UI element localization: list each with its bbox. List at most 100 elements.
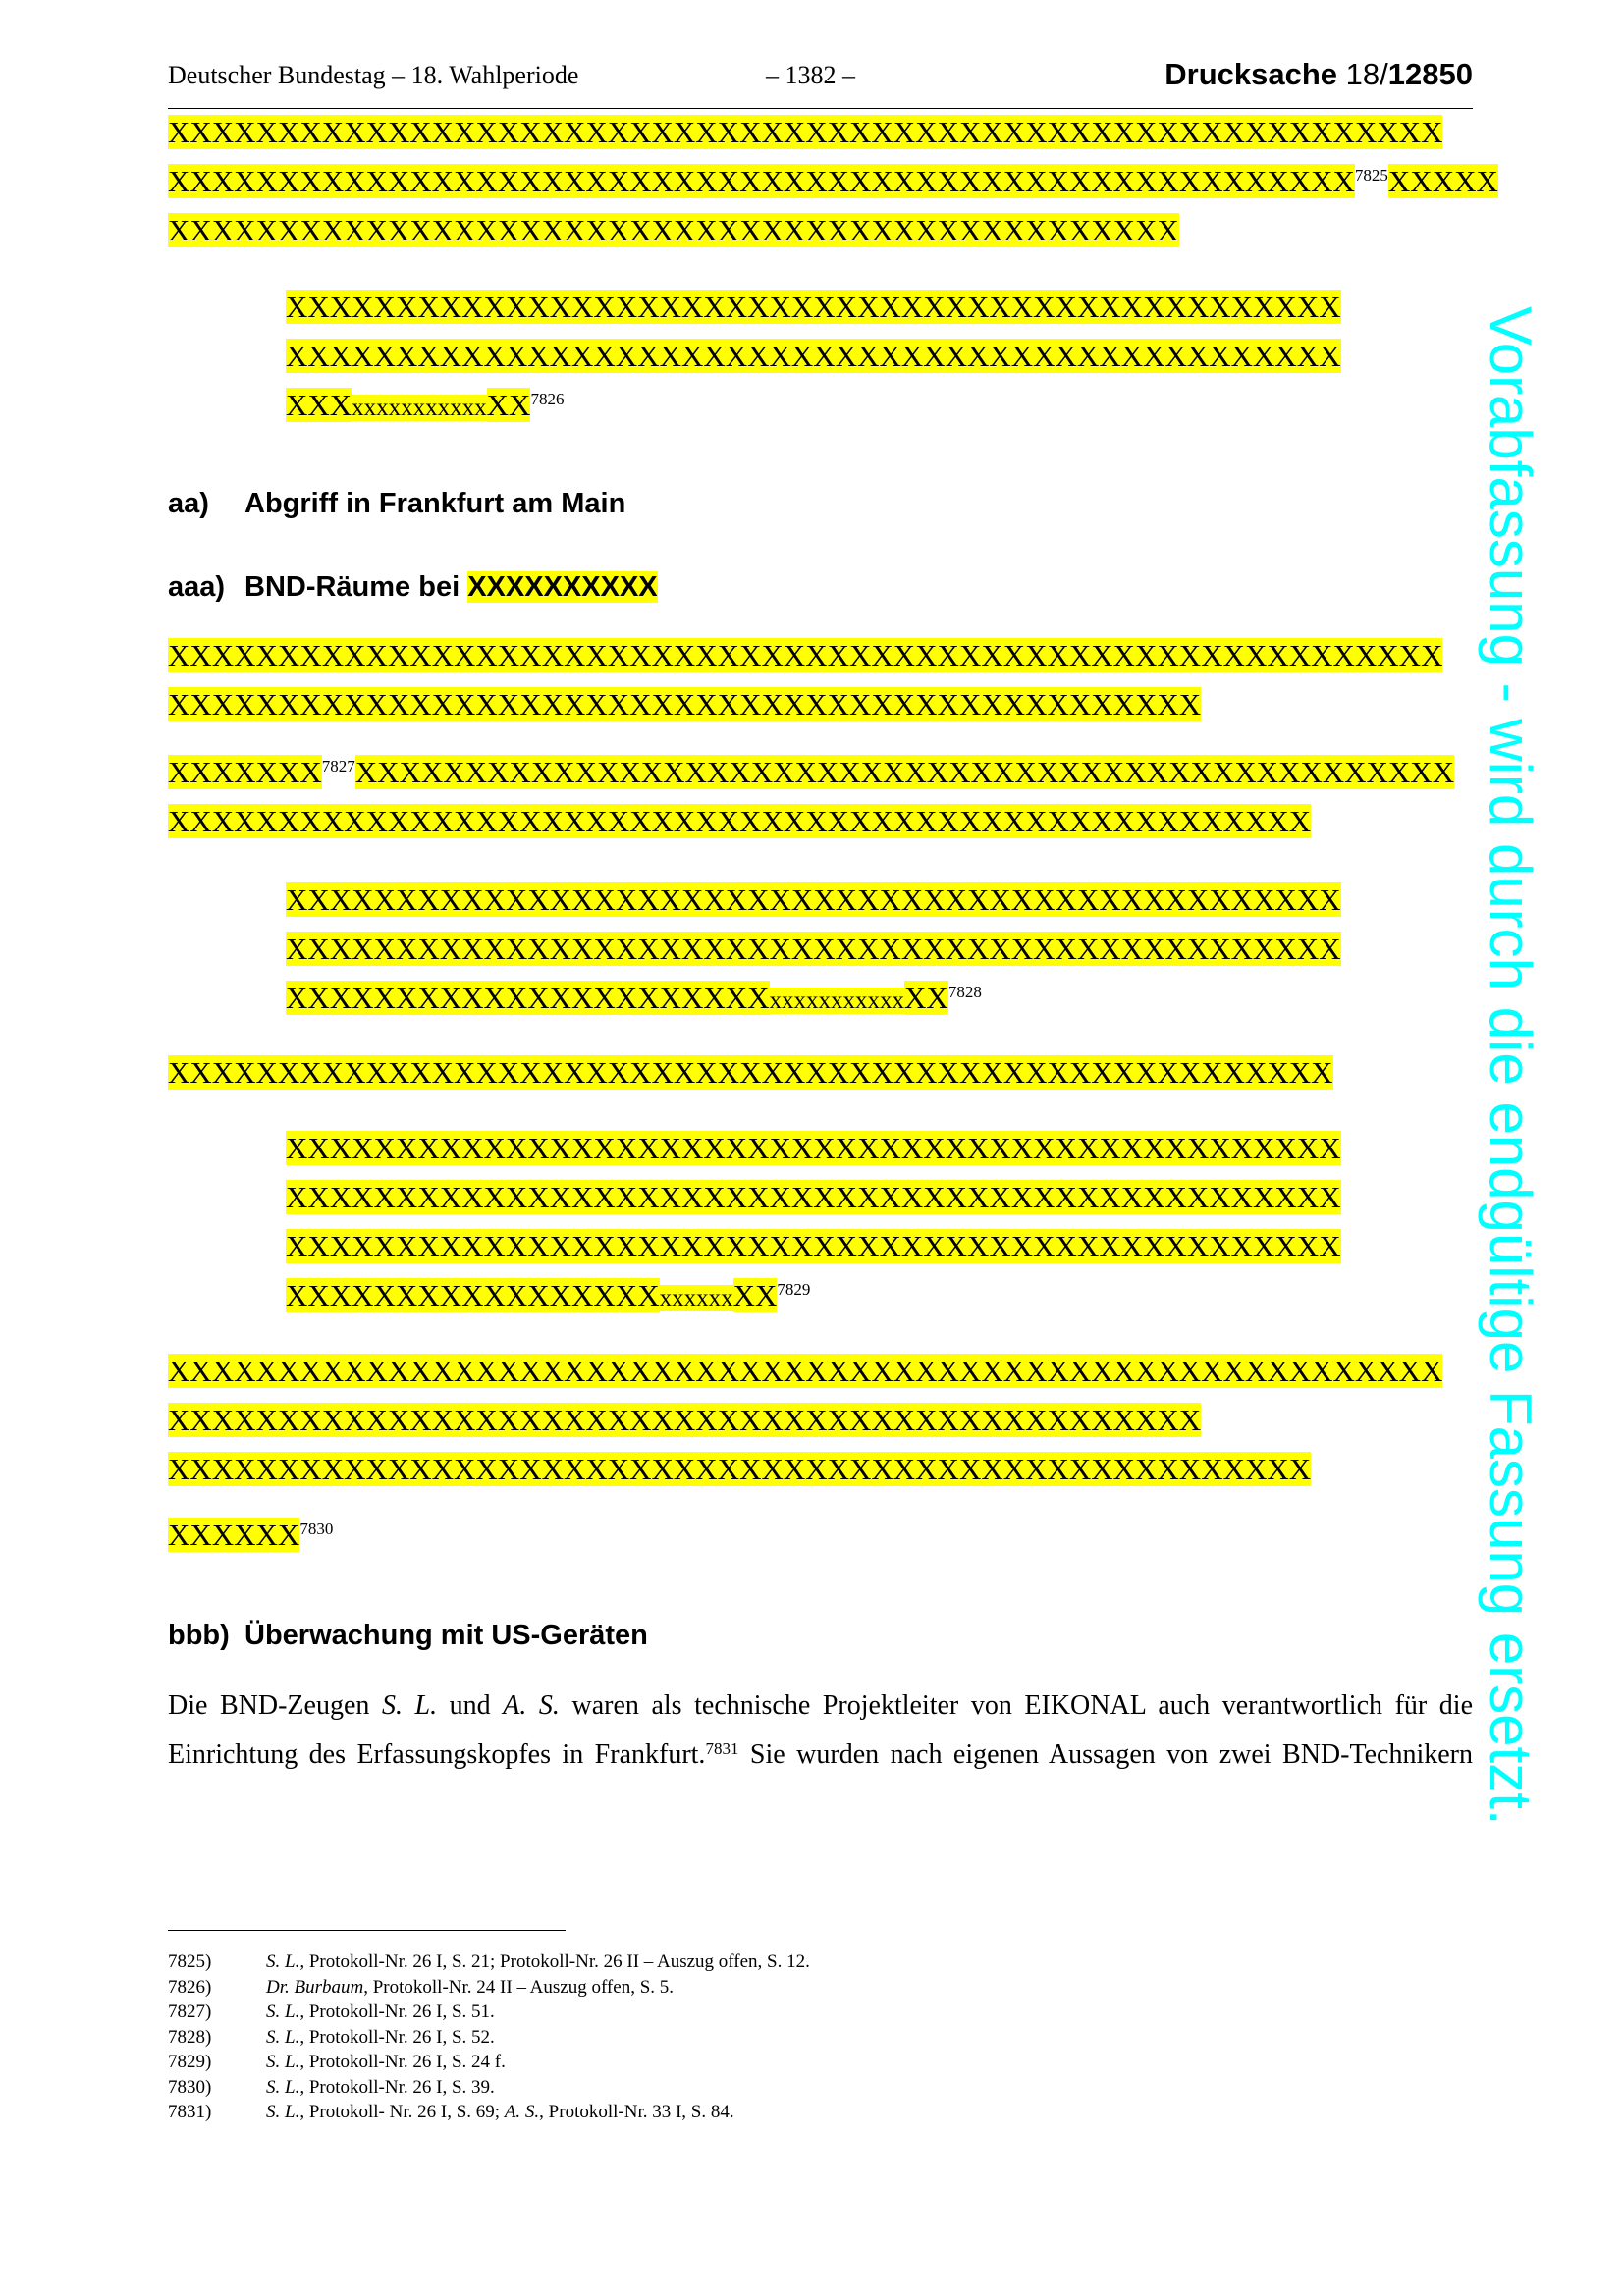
heading-text: Überwachung mit US-Geräten [244,1620,648,1651]
footnotes: 7825) S. L., Protokoll-Nr. 26 I, S. 21; P… [168,1949,810,2125]
body-text: Die BND-Zeugen [168,1690,382,1721]
redacted-paragraph-5: XXXXXXXXXXXXXXXXXXXXXXXXXXXXXXXXXXXXXXXX… [168,1347,1443,1494]
redacted-line: XXXXXXXXXXXXXXXXXXXXXXXXXXXXXXXXXXXXXXXX… [354,755,1455,789]
body-text: und [437,1690,504,1721]
heading-aaa: aaa) BND-Räume bei XXXXXXXXXX [168,571,658,604]
redacted-line: XXXXXXXXXXXXXXXXXXXXXXXXXXXXXXXXXXXXXXXX… [168,687,1202,721]
witness-name: A. S. [503,1690,560,1721]
redacted-line: XXXXXXXXXXXXXXXXXXXXXXXXXXXXXXXXXXXXXXXX… [168,804,1312,838]
redacted-line: XXXXXXXXXXXXXXXXX [286,1278,660,1312]
footnote-entry: 7826) Dr. Burbaum, Protokoll-Nr. 24 II – … [168,1975,810,2001]
draft-watermark: Vorabfassung - wird durch die endgültige… [1478,306,1543,1826]
redacted-line: xxxxxxxxxxx [352,395,487,421]
footnote-name: S. L. [266,2026,300,2048]
footnote-text: , Protokoll-Nr. 26 I, S. 24 f. [299,2052,506,2072]
redacted-paragraph-2: XXXXXXXXXXXXXXXXXXXXXXXXXXXXXXXXXXXXXXXX… [168,631,1443,729]
redacted-line: XXXXXXXXXXXXXXXXXXXXXXXXXXXXXXXXXXXXXXXX… [286,339,1341,373]
footnote-ref[interactable]: 7828 [948,983,982,1001]
redacted-paragraph-4: XXXXXXXXXXXXXXXXXXXXXXXXXXXXXXXXXXXXXXXX… [168,1048,1333,1097]
redacted-quote-3: XXXXXXXXXXXXXXXXXXXXXXXXXXXXXXXXXXXXXXXX… [286,1124,1341,1320]
footnote-number: 7826) [168,1976,212,1998]
header-parliament: Deutscher Bundestag – 18. Wahlperiode [168,61,579,89]
footnote-name: S. L., [266,2076,305,2098]
footnote-number: 7829) [168,2052,212,2072]
footnote-name: S. L., [266,1951,305,1972]
redacted-paragraph-1: XXXXXXXXXXXXXXXXXXXXXXXXXXXXXXXXXXXXXXXX… [168,108,1498,255]
redacted-line: XXXXXXXXXXXXXXXXXXXXXXXXXXXXXXXXXXXXXXXX… [286,290,1341,324]
header-drucksache: Drucksache 18/12850 [1164,57,1473,92]
footnote-name: S. L., [266,2002,305,2022]
footnote-text: Protokoll-Nr. 26 I, S. 39. [304,2076,495,2098]
body-line: Einrichtung des Erfassungskopfes in Fran… [168,1731,1473,1780]
heading-text: BND-Räume bei [244,571,468,603]
footnote-ref[interactable]: 7827 [322,757,355,775]
redacted-line: XXXXXXXXXXXXXXXXXXXXXXXXXXXXXXXXXXXXXXXX… [168,164,1355,198]
redacted-line: XXX [286,388,352,422]
footnote-entry: 7829) S. L., Protokoll-Nr. 26 I, S. 24 f. [168,2050,810,2075]
footnote-entry: 7830) S. L., Protokoll-Nr. 26 I, S. 39. [168,2075,810,2101]
body-text: Sie wurden nach eigenen Aussagen von zwe… [738,1739,1473,1770]
body-text: waren als technische Projektleiter von E… [559,1690,1474,1721]
footnote-entry: 7831) S. L., Protokoll- Nr. 26 I, S. 69; … [168,2100,810,2125]
header-drucksache-period: 18/ [1345,57,1388,91]
footnote-number: 7830) [168,2076,212,2098]
footnote-number: 7825) [168,1951,212,1972]
redacted-line: XXXXX [1387,164,1498,198]
header-page-number: – 1382 – [766,61,855,89]
heading-bbb: bbb) Überwachung mit US-Geräten [168,1620,648,1652]
footnote-ref[interactable]: 7825 [1355,166,1388,185]
redacted-line: XXXXXXXXXXXXXXXXXXXXXXXXXXXXXXXXXXXXXXXX… [286,1229,1341,1263]
redacted-line: XXXXXXXXXXXXXXXXXXXXXXXXXXXXXXXXXXXXXXXX… [168,115,1443,149]
redacted-line: XXXXXXXXXXXXXXXXXXXXXX [286,981,770,1015]
footnote-ref[interactable]: 7831 [705,1739,738,1758]
footnote-text: , Protokoll- Nr. 26 I, S. 69; [299,2102,505,2122]
redacted-line: XXXXXXXXXXXXXXXXXXXXXXXXXXXXXXXXXXXXXXXX… [168,1354,1443,1388]
body-line: Die BND-Zeugen S. L. und A. S. waren als… [168,1682,1473,1731]
redacted-line: xxxxxx [659,1285,733,1311]
redacted-line: XXXXXXX [168,755,322,789]
redacted-line: XXXXXXXXXXXXXXXXXXXXXXXXXXXXXXXXXXXXXXXX… [168,1452,1312,1486]
footnote-name: S. L. [266,2052,300,2072]
header-drucksache-label: Drucksache [1164,57,1346,91]
redacted-quote-2: XXXXXXXXXXXXXXXXXXXXXXXXXXXXXXXXXXXXXXXX… [286,876,1341,1023]
heading-number: aaa) [168,571,226,603]
footnote-text: , Protokoll-Nr. 24 II – Auszug offen, S.… [363,1976,675,1998]
header-drucksache-number: 12850 [1387,57,1473,91]
footnote-name: Dr. Burbaum [266,1976,364,1998]
body-paragraph: Die BND-Zeugen S. L. und A. S. waren als… [168,1682,1473,1780]
footnote-number: 7828) [168,2026,212,2048]
redacted-line: XXXXXX [168,1518,300,1552]
redacted-line: XX [732,1278,778,1312]
redacted-paragraph-3: XXXXXXX7827XXXXXXXXXXXXXXXXXXXXXXXXXXXXX… [168,748,1455,846]
heading-aa: aa) Abgriff in Frankfurt am Main [168,488,625,520]
footnote-text: Protokoll-Nr. 26 I, S. 51. [304,2002,495,2022]
footnote-number: 7827) [168,2002,212,2022]
redacted-line: XXXXXXXXXXXXXXXXXXXXXXXXXXXXXXXXXXXXXXXX… [286,932,1341,966]
footnote-entry: 7825) S. L., Protokoll-Nr. 26 I, S. 21; P… [168,1949,810,1975]
heading-number: bbb) [168,1620,230,1651]
redacted-line: xxxxxxxxxxx [769,988,905,1014]
redacted-line: XX [486,388,531,422]
footnote-entry: 7828) S. L., Protokoll-Nr. 26 I, S. 52. [168,2025,810,2051]
redacted-line: XXXXXXXXXXXXXXXXXXXXXXXXXXXXXXXXXXXXXXXX… [168,1055,1333,1090]
footnote-text: , Protokoll-Nr. 33 I, S. 84. [539,2102,734,2122]
redacted-line: XXXXXXXXXXXXXXXXXXXXXXXXXXXXXXXXXXXXXXXX… [286,1180,1341,1214]
footnote-name: A. S. [504,2102,540,2122]
body-text: Einrichtung des Erfassungskopfes in Fran… [168,1739,706,1770]
footnote-ref[interactable]: 7826 [530,390,564,408]
document-page: Deutscher Bundestag – 18. Wahlperiode – … [0,0,1624,2296]
redacted-line: XXXXXXXXXXXXXXXXXXXXXXXXXXXXXXXXXXXXXXXX… [286,1131,1341,1165]
redacted-paragraph-6: XXXXXX7830 [168,1511,333,1560]
heading-number: aa) [168,488,209,519]
footnote-rule [168,1930,566,1931]
footnote-text: Protokoll-Nr. 26 I, S. 21; Protokoll-Nr.… [304,1951,810,1972]
heading-redacted: XXXXXXXXXX [467,571,658,603]
redacted-quote-1: XXXXXXXXXXXXXXXXXXXXXXXXXXXXXXXXXXXXXXXX… [286,283,1341,430]
footnote-name: S. L. [266,2102,300,2122]
footnote-ref[interactable]: 7830 [299,1520,333,1538]
footnote-ref[interactable]: 7829 [777,1280,810,1299]
footnote-entry: 7827) S. L., Protokoll-Nr. 26 I, S. 51. [168,2000,810,2025]
redacted-line: XXXXXXXXXXXXXXXXXXXXXXXXXXXXXXXXXXXXXXXX… [168,1403,1202,1437]
redacted-line: XXXXXXXXXXXXXXXXXXXXXXXXXXXXXXXXXXXXXXXX… [168,638,1443,672]
footnote-number: 7831) [168,2102,212,2122]
